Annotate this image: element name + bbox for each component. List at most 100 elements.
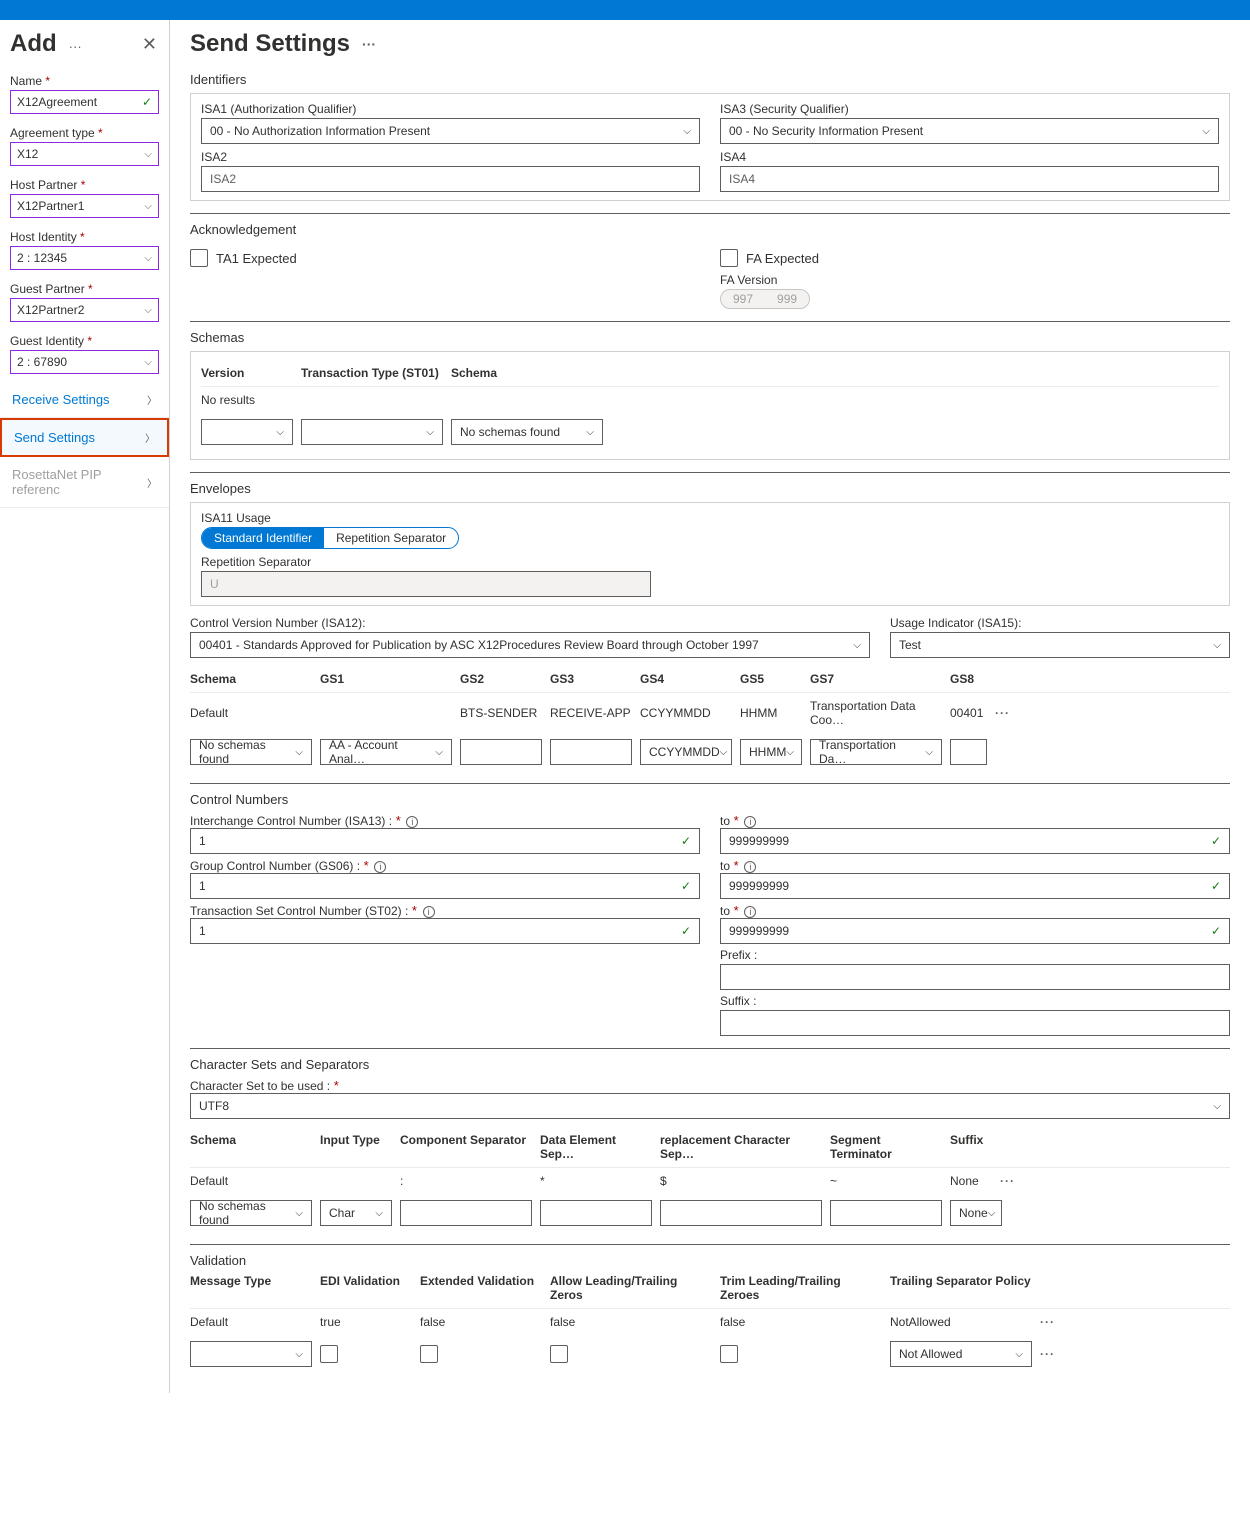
fa-label: FA Expected	[746, 251, 819, 266]
gs06-to-input[interactable]: 999999999	[720, 873, 1230, 899]
envelope-default-row: Default BTS-SENDER RECEIVE-APP CCYYMMDD …	[190, 693, 1230, 733]
chevron-right-icon: 〉	[147, 475, 157, 490]
name-label: Name	[10, 74, 159, 88]
info-icon[interactable]: i	[744, 861, 756, 873]
env-gs1-select[interactable]: AA - Account Anal…⌵	[320, 739, 452, 765]
col-schema: Schema	[451, 366, 505, 380]
val-trim-checkbox[interactable]	[720, 1345, 738, 1363]
name-input[interactable]: X12Agreement	[10, 90, 159, 114]
agreement-type-select[interactable]: X12⌵	[10, 142, 159, 166]
page-title: Send Settings	[190, 30, 350, 58]
nav-rosettanet[interactable]: RosettaNet PIP referenc〉	[0, 457, 169, 508]
schemas-no-results: No results	[201, 387, 1219, 413]
chevron-down-icon: ⌵	[144, 201, 152, 212]
cs-suf-select[interactable]: None⌵	[950, 1200, 1002, 1226]
cs-input-select[interactable]: Char⌵	[320, 1200, 392, 1226]
cs-comp-input[interactable]	[400, 1200, 532, 1226]
cs-seg-input[interactable]	[830, 1200, 942, 1226]
env-gs7-select[interactable]: Transportation Da…⌵	[810, 739, 942, 765]
agreement-type-label: Agreement type	[10, 126, 159, 140]
isa2-input[interactable]: ISA2	[201, 166, 700, 192]
validation-label: Validation	[190, 1253, 1230, 1268]
fa-checkbox[interactable]	[720, 249, 738, 267]
col-tx-type: Transaction Type (ST01)	[301, 366, 451, 380]
isa13-to-input[interactable]: 999999999	[720, 828, 1230, 854]
host-identity-label: Host Identity	[10, 230, 159, 244]
isa1-select[interactable]: 00 - No Authorization Information Presen…	[201, 118, 700, 144]
cvn-select[interactable]: 00401 - Standards Approved for Publicati…	[190, 632, 870, 658]
sidebar: Add ··· ✕ Name X12Agreement Agreement ty…	[0, 20, 170, 1393]
page-more-icon[interactable]: ···	[362, 36, 376, 52]
isa1-label: ISA1 (Authorization Qualifier)	[201, 102, 700, 116]
fa-version-label: FA Version	[720, 273, 1230, 287]
env-gs8-input[interactable]	[950, 739, 987, 765]
isa2-label: ISA2	[201, 150, 700, 164]
val-trail-select[interactable]: Not Allowed⌵	[890, 1341, 1032, 1367]
host-partner-label: Host Partner	[10, 178, 159, 192]
nav-receive-settings[interactable]: Receive Settings〉	[0, 382, 169, 418]
row-actions-icon[interactable]: ···	[1040, 1315, 1055, 1329]
env-gs4-select[interactable]: CCYYMMDD⌵	[640, 739, 732, 765]
st02-to-input[interactable]: 999999999	[720, 918, 1230, 944]
env-gs5-select[interactable]: HHMM⌵	[740, 739, 802, 765]
info-icon[interactable]: i	[423, 906, 435, 918]
host-partner-select[interactable]: X12Partner1⌵	[10, 194, 159, 218]
sidebar-more-icon[interactable]: ···	[69, 39, 82, 54]
chevron-right-icon: 〉	[147, 392, 157, 407]
rep-sep-input: U	[201, 571, 651, 597]
gs06-from-input[interactable]: 1	[190, 873, 700, 899]
row-actions-icon[interactable]: ···	[1040, 1347, 1055, 1361]
info-icon[interactable]: i	[406, 816, 418, 828]
row-actions-icon[interactable]: ···	[995, 706, 1010, 720]
isa11-toggle[interactable]: Standard IdentifierRepetition Separator	[201, 527, 459, 549]
cs-elem-input[interactable]	[540, 1200, 652, 1226]
chevron-down-icon: ⌵	[144, 357, 152, 368]
suffix-input[interactable]	[720, 1010, 1230, 1036]
cs-schema-select[interactable]: No schemas found⌵	[190, 1200, 312, 1226]
row-actions-icon[interactable]: ···	[1000, 1174, 1015, 1188]
val-msg-select[interactable]: ⌵	[190, 1341, 312, 1367]
isa13-from-input[interactable]: 1	[190, 828, 700, 854]
guest-identity-select[interactable]: 2 : 67890⌵	[10, 350, 159, 374]
nav-send-settings[interactable]: Send Settings〉	[0, 418, 169, 457]
schema-version-select[interactable]: ⌵	[201, 419, 293, 445]
rep-sep-label: Repetition Separator	[201, 555, 1219, 569]
col-version: Version	[201, 366, 301, 380]
close-icon[interactable]: ✕	[142, 34, 157, 55]
ta1-checkbox[interactable]	[190, 249, 208, 267]
sidebar-title: Add	[10, 30, 57, 58]
fa-version-toggle[interactable]: 997999	[720, 289, 810, 309]
cs-repl-input[interactable]	[660, 1200, 822, 1226]
env-gs2-input[interactable]	[460, 739, 542, 765]
val-lead-checkbox[interactable]	[550, 1345, 568, 1363]
schema-select[interactable]: No schemas found⌵	[451, 419, 603, 445]
charset-label: Character Sets and Separators	[190, 1057, 1230, 1072]
info-icon[interactable]: i	[374, 861, 386, 873]
prefix-input[interactable]	[720, 964, 1230, 990]
isa4-label: ISA4	[720, 150, 1219, 164]
isa3-select[interactable]: 00 - No Security Information Present⌵	[720, 118, 1219, 144]
host-identity-select[interactable]: 2 : 12345⌵	[10, 246, 159, 270]
cvn-label: Control Version Number (ISA12):	[190, 616, 870, 630]
isa3-label: ISA3 (Security Qualifier)	[720, 102, 1219, 116]
schema-tx-select[interactable]: ⌵	[301, 419, 443, 445]
ta1-label: TA1 Expected	[216, 251, 297, 266]
usage-select[interactable]: Test⌵	[890, 632, 1230, 658]
isa4-input[interactable]: ISA4	[720, 166, 1219, 192]
val-edi-checkbox[interactable]	[320, 1345, 338, 1363]
charset-select[interactable]: UTF8⌵	[190, 1093, 1230, 1119]
env-schema-select[interactable]: No schemas found⌵	[190, 739, 312, 765]
st02-from-input[interactable]: 1	[190, 918, 700, 944]
chevron-down-icon: ⌵	[144, 253, 152, 264]
guest-partner-select[interactable]: X12Partner2⌵	[10, 298, 159, 322]
isa11-label: ISA11 Usage	[201, 511, 1219, 525]
schemas-label: Schemas	[190, 330, 1230, 345]
val-ext-checkbox[interactable]	[420, 1345, 438, 1363]
info-icon[interactable]: i	[744, 906, 756, 918]
guest-partner-label: Guest Partner	[10, 282, 159, 296]
env-gs3-input[interactable]	[550, 739, 632, 765]
top-app-bar	[0, 0, 1250, 20]
info-icon[interactable]: i	[744, 816, 756, 828]
chevron-down-icon: ⌵	[144, 305, 152, 316]
usage-label: Usage Indicator (ISA15):	[890, 616, 1230, 630]
